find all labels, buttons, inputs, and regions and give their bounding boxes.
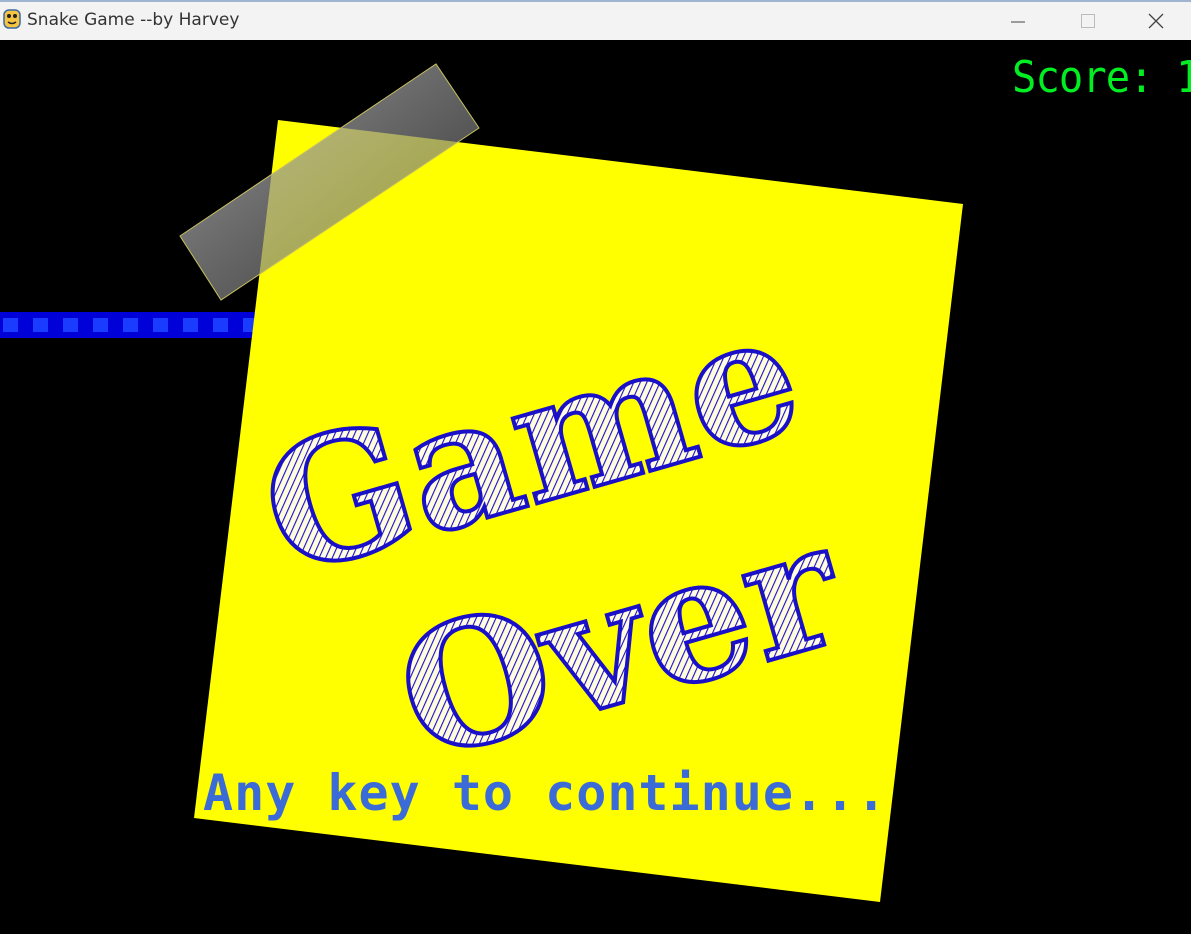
python-icon: [3, 9, 21, 29]
close-icon: [1148, 13, 1164, 29]
game-canvas[interactable]: Score: 12 Game Over Any key to continue.…: [0, 40, 1191, 934]
minimize-icon: [1011, 21, 1025, 23]
window-title: Snake Game --by Harvey: [27, 10, 240, 30]
close-button[interactable]: [1121, 2, 1191, 40]
minimize-button[interactable]: [983, 2, 1053, 40]
window-titlebar: Snake Game --by Harvey: [0, 0, 1191, 40]
maximize-icon: [1081, 14, 1095, 28]
continue-prompt: Any key to continue...: [203, 764, 888, 822]
maximize-button[interactable]: [1053, 2, 1123, 40]
